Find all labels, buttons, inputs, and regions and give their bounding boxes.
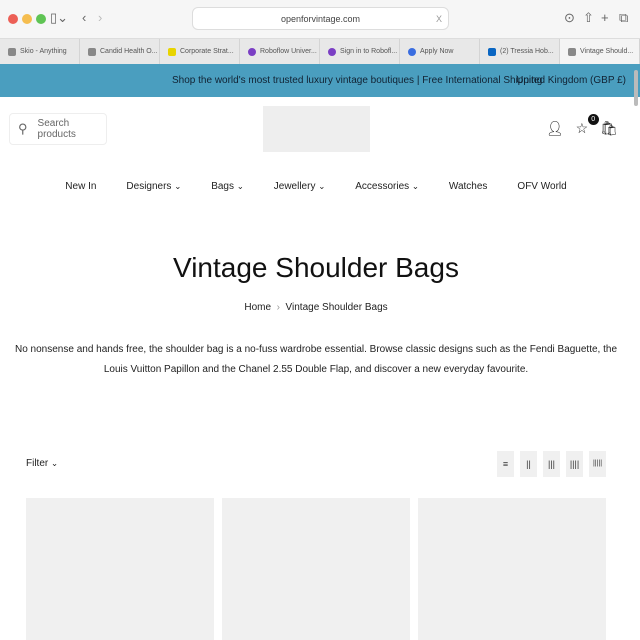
- account-icon[interactable]: 👤︎: [546, 120, 564, 137]
- favicon-icon: [88, 47, 96, 56]
- nav-label: Bags: [211, 181, 234, 192]
- zoom-window-button[interactable]: [36, 14, 46, 24]
- nav-designers[interactable]: Designers ⌄: [126, 181, 181, 192]
- promo-banner: Shop the world's most trusted luxury vin…: [0, 64, 640, 97]
- sidebar-icon[interactable]: ▯⌄: [50, 10, 68, 26]
- address-bar[interactable]: openforvintage.com X: [192, 7, 449, 30]
- tab-label: Candid Health O...: [100, 48, 158, 55]
- tab[interactable]: Roboflow Univer...: [240, 39, 320, 64]
- wishlist-icon[interactable]: ☆ 0: [576, 114, 599, 137]
- search-icon: ⚲: [18, 121, 28, 136]
- search-input[interactable]: ⚲ Search products: [9, 113, 107, 145]
- share-icon[interactable]: ⇧: [583, 10, 594, 26]
- nav-label: Jewellery: [273, 181, 316, 192]
- nav-accessories[interactable]: Accessories ⌄: [355, 181, 419, 192]
- favicon-icon: [8, 47, 16, 56]
- nav-label: Designers: [126, 181, 172, 192]
- chevron-down-icon: ⌄: [51, 458, 58, 468]
- tabs-overview-icon[interactable]: ⧉: [619, 10, 628, 26]
- tab-label: Vintage Should...: [580, 48, 634, 55]
- banner-message: Shop the world's most trusted luxury vin…: [172, 75, 543, 86]
- search-placeholder: Search products: [37, 118, 76, 140]
- tab-label: Sign in to Robofl...: [340, 48, 398, 55]
- nav-label: Accessories: [355, 181, 410, 192]
- nav-watches[interactable]: Watches: [449, 181, 488, 192]
- filter-button[interactable]: Filter ⌄: [26, 458, 58, 469]
- tab-label: Skio - Anything: [20, 48, 67, 55]
- chevron-down-icon: ⌄: [411, 181, 419, 191]
- tab-bar: Skio - Anything Candid Health O... Corpo…: [0, 38, 640, 64]
- product-card[interactable]: [418, 498, 606, 640]
- chevron-down-icon: ⌄: [236, 181, 244, 191]
- tab[interactable]: Skio - Anything: [0, 39, 80, 64]
- back-icon[interactable]: ‹: [82, 10, 86, 25]
- breadcrumb-separator-icon: ›: [276, 302, 280, 313]
- favicon-icon: [408, 47, 416, 56]
- new-tab-icon[interactable]: +: [601, 10, 609, 25]
- breadcrumb: Home › Vintage Shoulder Bags: [0, 302, 632, 313]
- tab[interactable]: Sign in to Robofl...: [320, 39, 400, 64]
- favicon-icon: [328, 47, 336, 56]
- tab[interactable]: Candid Health O...: [80, 39, 160, 64]
- category-description: No nonsense and hands free, the shoulder…: [14, 344, 618, 375]
- view-4-columns-button[interactable]: ||||: [566, 451, 583, 477]
- chevron-down-icon: ⌄: [174, 181, 182, 191]
- view-2-columns-button[interactable]: ||: [520, 451, 537, 477]
- tab-label: Roboflow Univer...: [260, 48, 317, 55]
- tab[interactable]: Apply Now: [400, 39, 480, 64]
- favicon-icon: [168, 47, 176, 56]
- favicon-icon: [248, 47, 256, 56]
- view-list-button[interactable]: ≡: [497, 451, 514, 477]
- favicon-icon: [568, 47, 576, 56]
- clear-icon[interactable]: X: [436, 8, 442, 30]
- page-title: Vintage Shoulder Bags: [173, 252, 459, 283]
- nav-new-in[interactable]: New In: [65, 181, 96, 192]
- close-window-button[interactable]: [8, 14, 18, 24]
- product-card[interactable]: [222, 498, 410, 640]
- bag-icon[interactable]: 🛍︎: [600, 120, 618, 137]
- view-5-columns-button[interactable]: |||||: [589, 451, 606, 477]
- scrollbar[interactable]: [634, 70, 638, 106]
- tab-label: Apply Now: [420, 48, 454, 55]
- tab[interactable]: Corporate Strat...: [160, 39, 240, 64]
- tab-label: (2) Tressia Hob...: [500, 48, 554, 55]
- nav-jewellery[interactable]: Jewellery ⌄: [274, 181, 325, 192]
- view-3-columns-button[interactable]: |||: [543, 451, 560, 477]
- browser-toolbar: ▯⌄ ‹ › openforvintage.com X ⊙ ⇧ + ⧉: [0, 0, 640, 38]
- minimize-window-button[interactable]: [22, 14, 32, 24]
- forward-icon[interactable]: ›: [98, 10, 102, 25]
- tab[interactable]: (2) Tressia Hob...: [480, 39, 560, 64]
- currency-selector[interactable]: United Kingdom (GBP £): [516, 75, 626, 86]
- breadcrumb-home[interactable]: Home: [244, 302, 271, 313]
- tab-label: Corporate Strat...: [180, 48, 234, 55]
- tab-active[interactable]: Vintage Should...: [560, 39, 640, 64]
- chevron-down-icon: ⌄: [318, 181, 326, 191]
- linkedin-icon: [488, 47, 496, 56]
- logo[interactable]: [263, 106, 370, 152]
- product-card[interactable]: [26, 498, 214, 640]
- url-text: openforvintage.com: [280, 14, 361, 24]
- filter-label: Filter: [26, 458, 49, 469]
- main-nav: New In Designers ⌄ Bags ⌄ Jewellery ⌄ Ac…: [0, 181, 632, 192]
- nav-bags[interactable]: Bags ⌄: [211, 181, 244, 192]
- download-icon[interactable]: ⊙: [564, 10, 575, 26]
- wishlist-count-badge: 0: [587, 114, 599, 125]
- nav-ofv-world[interactable]: OFV World: [517, 181, 566, 192]
- breadcrumb-current: Vintage Shoulder Bags: [285, 302, 388, 313]
- grid-view-switcher: ≡ || ||| |||| |||||: [497, 451, 606, 477]
